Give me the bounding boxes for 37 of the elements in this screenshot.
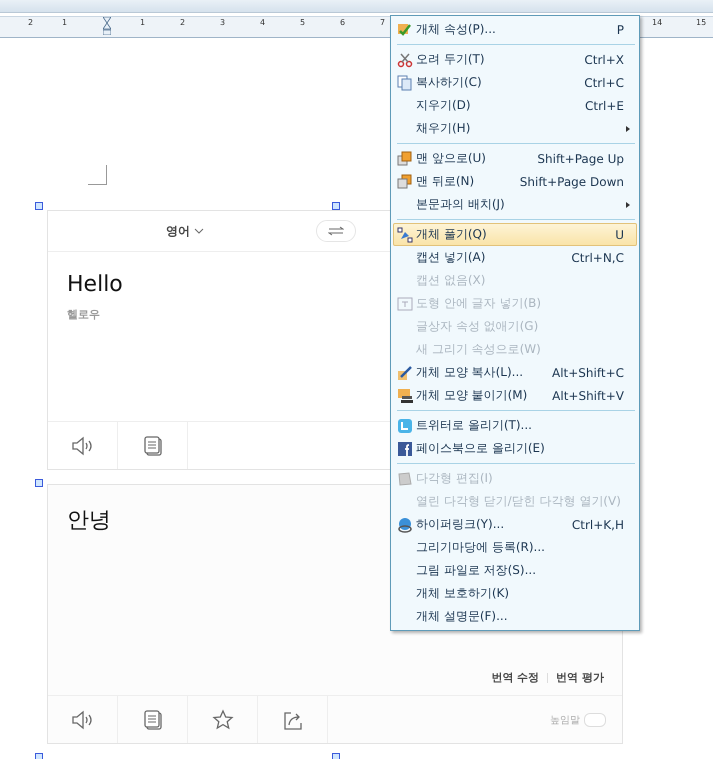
ruler-number: 7 [380,18,386,27]
action-link[interactable]: 번역 평가 [556,670,604,685]
menu-item[interactable]: 개체 설명문(F)... [393,605,637,628]
menu-item[interactable]: 하이퍼링크(Y)... Ctrl+K,H [393,513,637,536]
ruler-number: 15 [696,18,706,27]
menu-item[interactable]: 맨 앞으로(U) Shift+Page Up [393,147,637,170]
menu-item[interactable]: 지우기(D) Ctrl+E [393,94,637,117]
menu-item[interactable]: 개체 속성(P)... P [393,18,637,41]
menu-item[interactable]: 트위터로 올리기(T)... [393,414,637,437]
menu-item[interactable]: 본문과의 배치(J) [393,193,637,216]
ruler-number: 6 [340,18,346,27]
menu-item[interactable]: 개체 모양 복사(L)... Alt+Shift+C [393,361,637,384]
ruler-number: 1 [140,18,146,27]
translated-text: 안녕 [67,507,111,535]
pronunciation: 헬로우 [67,307,100,322]
ruler-number: 5 [300,18,306,27]
menu-item[interactable]: 그리기마당에 등록(R)... [393,536,637,559]
ruler-number: 14 [652,18,662,27]
menu-item[interactable]: 개체 보호하기(K) [393,582,637,605]
source-text: Hello [67,272,123,297]
ruler-number: 3 [220,18,226,27]
menu-item[interactable]: 개체 모양 붙이기(M) Alt+Shift+V [393,384,637,407]
menu-item[interactable]: 그림 파일로 저장(S)... [393,559,637,582]
ruler-number: 1 [62,18,68,27]
menu-item[interactable]: 오려 두기(T) Ctrl+X [393,48,637,71]
ruler-number: 4 [260,18,266,27]
menu-item[interactable]: 페이스북으로 올리기(E) [393,437,637,460]
menu-item[interactable]: 복사하기(C) Ctrl+C [393,71,637,94]
menu-item[interactable]: 맨 뒤로(N) Shift+Page Down [393,170,637,193]
ruler-number: 2 [28,18,34,27]
menu-item[interactable]: 채우기(H) [393,117,637,140]
ruler-number: 2 [180,18,186,27]
menu-item[interactable]: 캡션 넣기(A) Ctrl+N,C [393,246,637,269]
language-dropdown[interactable]: 영어 [166,222,204,240]
menu-item[interactable]: 개체 풀기(Q) U [393,223,637,246]
honorific-label: 높임말 [550,714,580,726]
action-link[interactable]: 번역 수정 [491,670,540,685]
